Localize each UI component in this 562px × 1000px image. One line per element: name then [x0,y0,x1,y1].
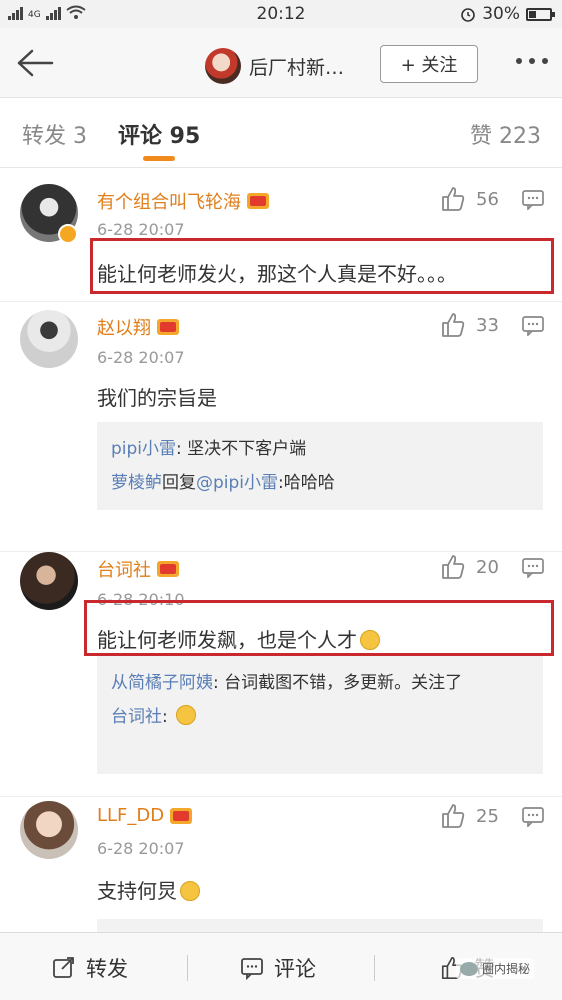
reply-item: 台词社: [111,700,529,734]
like-count: 25 [476,805,499,827]
avatar[interactable] [20,310,78,368]
comment-button[interactable]: 评论 [240,953,316,983]
comment-item: 台词社 6-28 20:10 20 能让何老师发飙，也是个人才 从简橘子阿姨: … [0,552,562,797]
comment-author[interactable]: 有个组合叫飞轮海 [97,188,269,214]
tab-reposts[interactable]: 转发 3 [22,118,87,150]
reply-mid: 回复 [162,473,196,493]
more-options-icon[interactable] [516,58,548,64]
comment-text: 支持何炅 [97,875,200,904]
reply-box[interactable]: pipi小雷: 坚决不下客户端 萝棱鲈回复@pipi小雷:哈哈哈 [97,422,543,510]
alarm-icon [461,8,476,22]
comment-icon [241,958,263,980]
tab-likes[interactable]: 赞 223 [470,118,541,150]
reply-icon[interactable] [522,316,544,336]
comment-item: 有个组合叫飞轮海 6-28 20:07 56 能让何老师发火，那这个人真是不好。… [0,168,562,302]
reply-icon[interactable] [522,558,544,578]
vip-crown-icon [247,193,269,209]
follow-button[interactable]: + 关注 [380,45,478,83]
app-root: 4G 20:12 30% 后厂村新… + 关注 转发 3 评论 95 赞 223 [0,0,562,1000]
thumbs-up-icon [442,555,465,579]
verified-badge-icon [58,224,78,244]
repost-button[interactable]: 转发 [52,953,128,983]
thumbs-up-icon [442,313,465,337]
divider [187,955,188,981]
author-name[interactable]: 台词社 [97,556,151,582]
avatar[interactable] [20,552,78,610]
reply-text: 台词截图不错，多更新。关注了 [224,673,463,693]
author-name[interactable]: LLF_DD [97,805,164,826]
highlight-box [84,600,554,656]
like-button[interactable]: 25 [440,803,499,829]
battery-percent: 30% [482,4,520,24]
author-name[interactable]: 赵以翔 [97,314,151,340]
tab-comments[interactable]: 评论 95 [118,118,200,150]
reply-mention[interactable]: @pipi小雷 [196,473,278,493]
reply-text: :哈哈哈 [278,473,335,493]
avatar[interactable] [20,801,78,859]
like-count: 33 [476,314,499,336]
wechat-icon [460,961,478,976]
comment-item: LLF_DD 6-28 20:07 25 支持何炅 [0,797,562,949]
repost-icon [53,957,74,978]
reply-icon[interactable] [522,807,544,827]
thumbs-up-icon [442,187,465,211]
author-name: 后厂村新… [249,56,345,79]
battery-icon [526,7,555,21]
vip-crown-icon [157,319,179,335]
reply-author[interactable]: 萝棱鲈 [111,473,162,493]
reply-author[interactable]: 从简橘子阿姨 [111,673,213,693]
comment-text: 我们的宗旨是 [97,386,217,410]
watermark-text: 圈内揭秘 [482,962,531,976]
like-button[interactable]: 33 [440,312,499,338]
author-name[interactable]: 有个组合叫飞轮海 [97,188,241,214]
reply-author[interactable]: pipi小雷 [111,439,176,459]
repost-label[interactable]: 转发 [86,953,128,983]
watermark: 圈内揭秘 [456,958,535,979]
nav-bar: 后厂村新… + 关注 [0,28,562,98]
reply-box[interactable]: 从简橘子阿姨: 台词截图不错，多更新。关注了 台词社: [97,656,543,774]
status-right: 30% [460,4,555,24]
shrug-emoji-icon [176,705,197,725]
reply-icon[interactable] [522,190,544,210]
reply-text: 坚决不下客户端 [187,439,307,459]
comment-time: 6-28 20:07 [97,220,185,239]
author-avatar [205,48,241,84]
shrug-emoji-icon [180,881,200,901]
like-count: 20 [476,556,499,578]
status-bar: 4G 20:12 30% [0,0,562,28]
like-button[interactable]: 56 [440,186,499,212]
vip-crown-icon [157,561,179,577]
reply-item: 萝棱鲈回复@pipi小雷:哈哈哈 [111,466,529,500]
post-author[interactable]: 后厂村新… [205,48,344,84]
back-arrow-icon[interactable] [14,48,54,78]
like-count: 56 [476,188,499,210]
tab-bar: 转发 3 评论 95 赞 223 [0,98,562,168]
comment-time: 6-28 20:07 [97,348,185,367]
reply-item: pipi小雷: 坚决不下客户端 [111,432,529,466]
reply-separator: : [213,673,225,693]
comment-author[interactable]: 赵以翔 [97,314,179,340]
reply-separator: : [176,439,188,459]
comment-time: 6-28 20:07 [97,839,185,858]
highlight-box [90,238,554,294]
reply-item: 从简橘子阿姨: 台词截图不错，多更新。关注了 [111,666,529,700]
thumbs-up-icon [442,804,465,828]
reply-author[interactable]: 台词社 [111,707,162,727]
comment-text-body: 支持何炅 [97,879,177,903]
vip-crown-icon [170,807,193,824]
divider [374,955,375,981]
comment-author[interactable]: LLF_DD [97,805,193,826]
comment-author[interactable]: 台词社 [97,556,179,582]
comment-label[interactable]: 评论 [274,953,316,983]
reply-separator: : [162,707,174,727]
active-tab-indicator [143,156,175,161]
comment-item: 赵以翔 6-28 20:07 33 我们的宗旨是 pipi小雷: 坚决不下客户端… [0,302,562,552]
like-button[interactable]: 20 [440,554,499,580]
